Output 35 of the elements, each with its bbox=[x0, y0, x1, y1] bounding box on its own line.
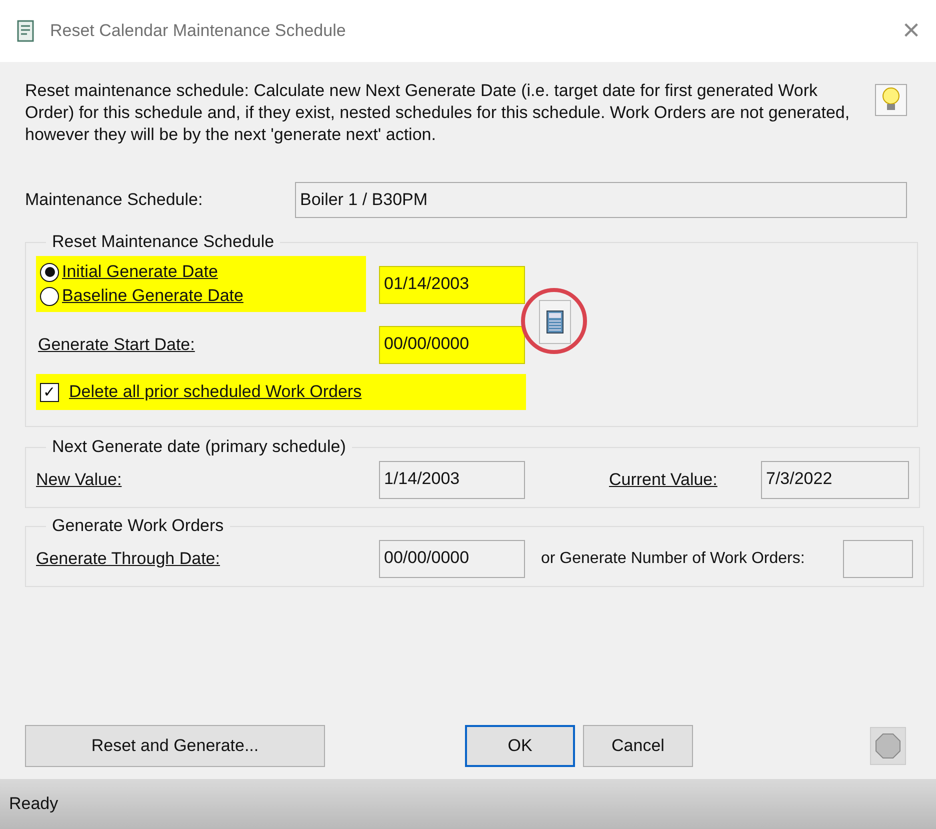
close-button[interactable]: × bbox=[898, 14, 924, 48]
dialog-button[interactable]: Reset and Generate... bbox=[25, 725, 325, 767]
group-title: Reset Maintenance Schedule bbox=[51, 232, 276, 252]
stop-icon[interactable] bbox=[870, 727, 906, 765]
current-value-label: Current Value: bbox=[609, 470, 718, 490]
radio-label[interactable]: Initial Generate Date bbox=[62, 262, 218, 282]
number-field[interactable] bbox=[843, 540, 913, 578]
new-value-label: New Value: bbox=[36, 470, 123, 490]
calculator-icon bbox=[546, 310, 564, 334]
radio-button[interactable] bbox=[40, 262, 59, 282]
radio-button[interactable] bbox=[40, 286, 59, 306]
status-text: Ready bbox=[9, 794, 58, 814]
through-date-field[interactable]: 00/00/0000 bbox=[379, 540, 525, 578]
description-text: Reset maintenance schedule: Calculate new Next Generate Date (i.e. target date for first generated Work Order) for this schedule and, if they exist, nested schedules for this schedule. Work Orders are not generated, however they will be by the next 'generate next' action. bbox=[25, 80, 851, 146]
schedule-label: Maintenance Schedule: bbox=[25, 190, 204, 210]
dialog-button[interactable]: Cancel bbox=[583, 725, 693, 767]
current-value-field: 7/3/2022 bbox=[761, 461, 909, 499]
checkbox-label[interactable]: Delete all prior scheduled Work Orders bbox=[69, 382, 362, 402]
date-field[interactable]: 01/14/2003 bbox=[379, 266, 525, 304]
dialog-button[interactable]: OK bbox=[465, 725, 575, 767]
group-title: Generate Work Orders bbox=[51, 516, 225, 536]
window-title: Reset Calendar Maintenance Schedule bbox=[50, 21, 347, 41]
through-date-label: Generate Through Date: bbox=[36, 549, 221, 569]
new-value-field: 1/14/2003 bbox=[379, 461, 525, 499]
start-date-field[interactable]: 00/00/0000 bbox=[379, 326, 525, 364]
lightbulb-icon[interactable] bbox=[875, 84, 907, 116]
checkbox[interactable]: ✓ bbox=[40, 382, 59, 402]
start-date-label: Generate Start Date: bbox=[37, 335, 196, 355]
calculator-button[interactable] bbox=[539, 300, 571, 344]
checkbox-row[interactable]: ✓ Delete all prior scheduled Work Orders bbox=[36, 374, 526, 410]
radio-label[interactable]: Baseline Generate Date bbox=[62, 286, 244, 306]
document-icon bbox=[16, 19, 36, 43]
group-title: Next Generate date (primary schedule) bbox=[51, 437, 347, 457]
schedule-field: Boiler 1 / B30PM bbox=[295, 182, 907, 218]
number-label: or Generate Number of Work Orders: bbox=[541, 549, 806, 569]
